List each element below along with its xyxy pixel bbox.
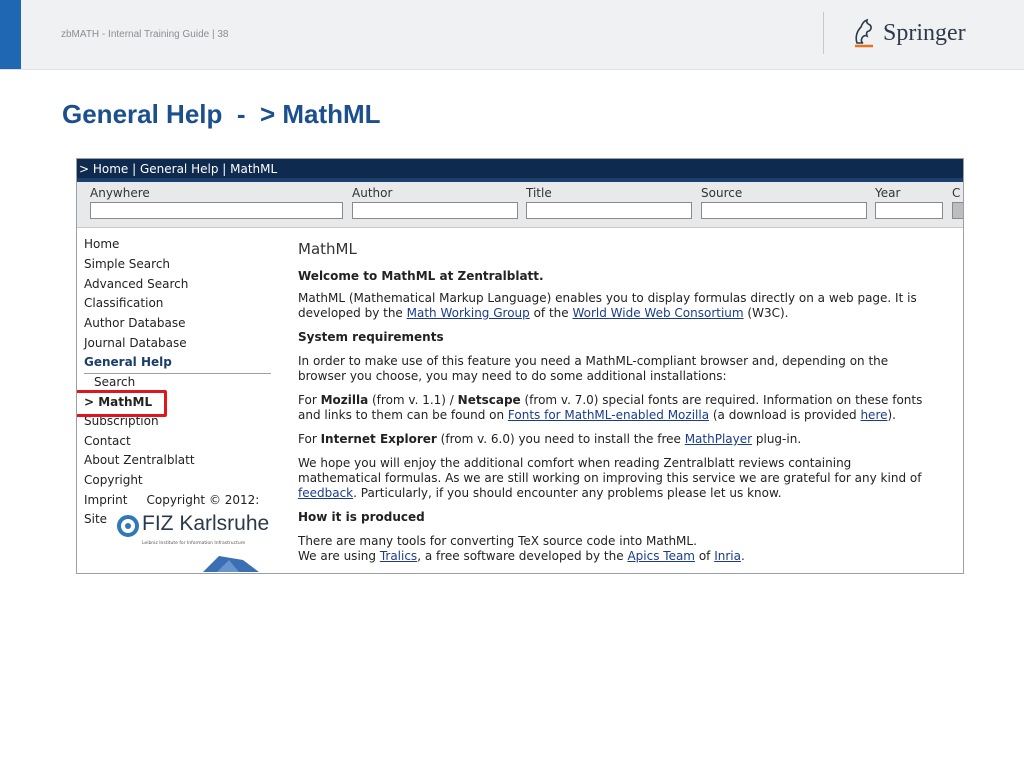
produced-line-1: There are many tools for converting TeX …: [298, 534, 697, 548]
nav-about[interactable]: About Zentralblatt: [84, 453, 195, 467]
hope-line-1: We hope you will enjoy the additional co…: [298, 456, 852, 470]
mathml-fonts-link[interactable]: Fonts for MathML-enabled Mozilla: [508, 408, 709, 422]
nav-general-help[interactable]: General Help: [84, 355, 172, 369]
springer-logo: Springer: [851, 15, 966, 51]
search-field-anywhere: Anywhere: [90, 186, 343, 219]
fiz-subtitle: Leibniz Institute for Information Infras…: [142, 541, 246, 546]
fiz-karlsruhe-logo: FIZ Karlsruhe Leibniz Institute for Info…: [112, 510, 270, 554]
anywhere-input[interactable]: [90, 202, 343, 219]
top-nav-bar: > Home | General Help | MathML: [77, 159, 963, 182]
math-working-group-link[interactable]: Math Working Group: [407, 306, 530, 320]
prod-text-d: .: [740, 549, 745, 563]
feedback-link[interactable]: feedback: [298, 486, 353, 500]
search-label-title: Title: [526, 186, 552, 200]
hope-line-3: feedback. Particularly, if you should en…: [298, 486, 782, 500]
breadcrumb[interactable]: > Home | General Help | MathML: [79, 162, 277, 176]
nav-classification[interactable]: Classification: [84, 296, 163, 310]
moz-text-a: For: [298, 393, 321, 407]
highlight-box: [77, 390, 167, 417]
fiz-swirl-icon: [117, 515, 139, 537]
nav-imprint[interactable]: Imprint Copyright © 2012:: [84, 493, 259, 507]
tralics-link[interactable]: Tralics: [380, 549, 417, 563]
w3c-link[interactable]: World Wide Web Consortium: [572, 306, 743, 320]
content-heading: MathML: [298, 240, 357, 258]
springer-wordmark: Springer: [883, 19, 966, 46]
nav-contact[interactable]: Contact: [84, 434, 131, 448]
zbmath-screenshot: > Home | General Help | MathML Anywhere …: [76, 158, 964, 574]
mozilla-line-2: and links to them can be found on Fonts …: [298, 408, 896, 422]
nav-sub-search[interactable]: Search: [94, 375, 135, 389]
search-field-source: Source: [701, 186, 867, 219]
prod-text-b: , a free software developed by the: [417, 549, 628, 563]
year-input[interactable]: [875, 202, 943, 219]
nav-simple-search[interactable]: Simple Search: [84, 257, 170, 271]
slide-title: General Help - > MathML: [62, 99, 381, 129]
slide-footer-text: zbMATH - Internal Training Guide | 38: [61, 29, 229, 40]
system-requirements-heading: System requirements: [298, 330, 444, 344]
welcome-heading: Welcome to MathML at Zentralblatt.: [298, 269, 544, 283]
search-field-year: Year: [875, 186, 943, 219]
intro-text-a: developed by the: [298, 306, 407, 320]
c-input[interactable]: [952, 202, 963, 219]
search-label-author: Author: [352, 186, 393, 200]
mathplayer-link[interactable]: MathPlayer: [685, 432, 752, 446]
how-produced-heading: How it is produced: [298, 510, 425, 524]
intro-line-1: MathML (Mathematical Markup Language) en…: [298, 291, 917, 305]
mozilla-line-1: For Mozilla (from v. 1.1) / Netscape (fr…: [298, 393, 922, 407]
nav-home[interactable]: Home: [84, 237, 119, 251]
moz2-text-c: ).: [887, 408, 897, 422]
moz-text-c: (from v. 1.1) /: [368, 393, 458, 407]
fiz-name: FIZ Karlsruhe: [142, 512, 270, 535]
search-fields-row: Anywhere Author Title Source Year C: [77, 182, 963, 228]
produced-line-2: We are using Tralics, a free software de…: [298, 549, 745, 563]
source-input[interactable]: [701, 202, 867, 219]
here-link[interactable]: here: [860, 408, 887, 422]
nav-author-database[interactable]: Author Database: [84, 316, 185, 330]
requirements-line-2: browser you choose, you may need to do s…: [298, 369, 727, 383]
nav-advanced-search[interactable]: Advanced Search: [84, 277, 188, 291]
intro-line-2: developed by the Math Working Group of t…: [298, 306, 788, 320]
inria-link[interactable]: Inria: [714, 549, 741, 563]
title-input[interactable]: [526, 202, 692, 219]
search-field-title: Title: [526, 186, 692, 219]
search-label-year: Year: [875, 186, 901, 200]
netscape-bold: Netscape: [457, 393, 521, 407]
search-label-c: C: [952, 186, 961, 200]
nav-copyright[interactable]: Copyright: [84, 473, 143, 487]
hope3-text: . Particularly, if you should encounter …: [353, 486, 782, 500]
prod-text-a: We are using: [298, 549, 380, 563]
hope-line-2: mathematical formulas. As we are still w…: [298, 471, 922, 485]
search-label-source: Source: [701, 186, 743, 200]
nav-separator: [84, 373, 271, 374]
requirements-line-1: In order to make use of this feature you…: [298, 354, 889, 368]
intro-text-c: (W3C).: [743, 306, 789, 320]
ie-line: For Internet Explorer (from v. 6.0) you …: [298, 432, 801, 446]
nav-journal-database[interactable]: Journal Database: [84, 336, 187, 350]
header-divider: [823, 12, 824, 54]
ie-text-a: For: [298, 432, 321, 446]
search-field-c: C: [952, 186, 963, 219]
moz2-text-b: (a download is provided: [709, 408, 861, 422]
mozilla-bold: Mozilla: [320, 393, 369, 407]
search-field-author: Author: [352, 186, 518, 219]
nav-site[interactable]: Site: [84, 512, 107, 526]
ie-text-c: (from v. 6.0) you need to install the fr…: [436, 432, 685, 446]
apics-team-link[interactable]: Apics Team: [627, 549, 695, 563]
prod-text-c: of: [695, 549, 715, 563]
moz2-text-a: and links to them can be found on: [298, 408, 508, 422]
slide-accent-bar: [0, 0, 21, 69]
fiz-decoration-icon: [203, 556, 259, 572]
search-label-anywhere: Anywhere: [90, 186, 150, 200]
ie-text-d: plug-in.: [752, 432, 802, 446]
author-input[interactable]: [352, 202, 518, 219]
intro-text-b: of the: [529, 306, 573, 320]
springer-horse-icon: [855, 18, 873, 48]
ie-bold: Internet Explorer: [320, 432, 437, 446]
moz-text-e: (from v. 7.0) special fonts are required…: [520, 393, 923, 407]
